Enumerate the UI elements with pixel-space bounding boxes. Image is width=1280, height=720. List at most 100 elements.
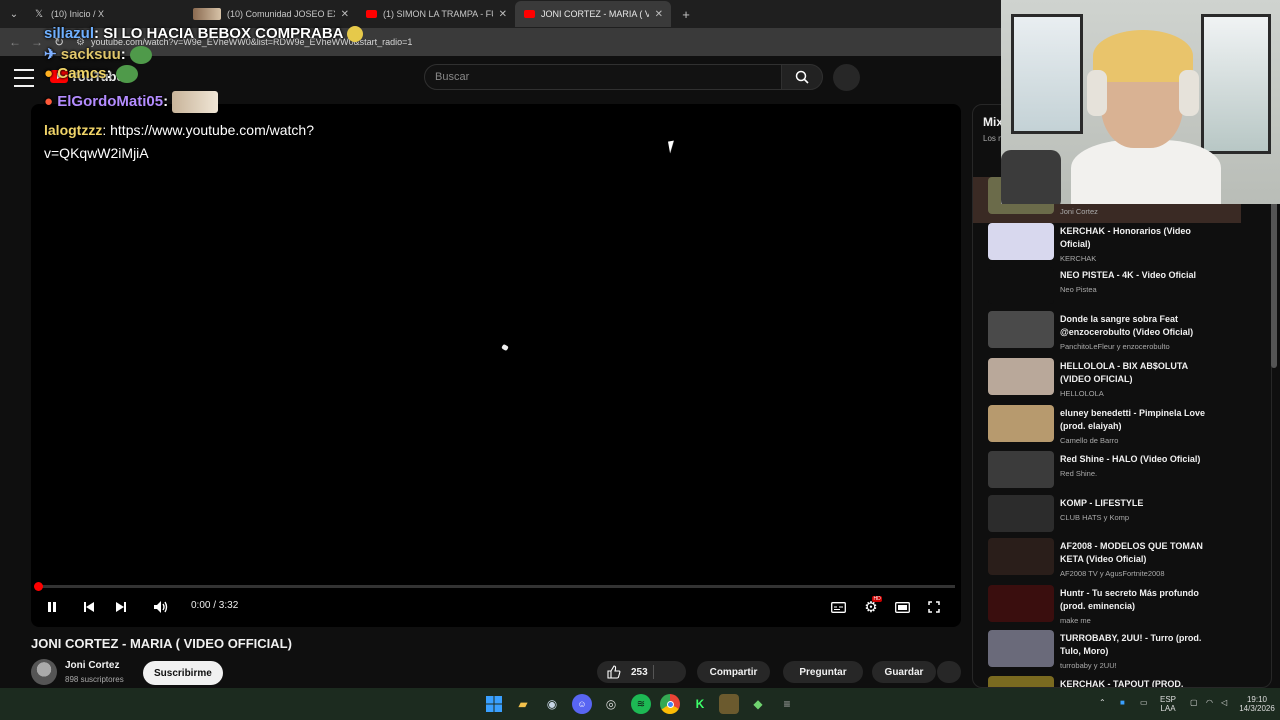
theater-mode-icon[interactable] [891, 596, 913, 618]
close-tab-icon[interactable]: ✕ [341, 9, 349, 20]
playlist-item-title: NEO PISTEA - 4K - Video Oficial [1060, 270, 1197, 280]
previous-icon[interactable] [78, 596, 100, 618]
playlist-item-title: KERCHAK - Honorarios (Video Oficial) [1060, 226, 1191, 249]
more-actions-button[interactable] [937, 661, 961, 683]
webcam-chair [1001, 150, 1061, 204]
video-player[interactable]: 0:00 / 3:32 ⚙ HD [31, 104, 961, 627]
speaker-icon[interactable]: ◁ [1221, 698, 1227, 707]
tab-joni-cortez[interactable]: JONI CORTEZ - MARIA ( VIDEO ✕ [515, 1, 671, 27]
divider [653, 665, 654, 679]
spotify-icon[interactable]: ≋ [631, 694, 651, 714]
playlist-item[interactable]: Donde la sangre sobra Feat @enzocerobult… [988, 311, 1248, 357]
chat-message: ● ElGordoMati05: [44, 91, 404, 114]
clock[interactable]: 19:10 14/3/2026 [1238, 695, 1276, 713]
tab-search-chevron-icon[interactable]: ⌄ [3, 3, 25, 25]
tray-shield-icon[interactable]: ■ [1120, 698, 1125, 707]
game-launcher-icon[interactable]: ◆ [748, 694, 768, 714]
search-input[interactable] [435, 71, 781, 83]
webcam-person-body [1071, 140, 1221, 204]
ask-button[interactable]: Preguntar [783, 661, 863, 683]
playlist-item-artist: make me [1060, 616, 1091, 625]
playlist-item-title: AF2008 - MODELOS QUE TOMAN KETA (Video O… [1060, 541, 1203, 564]
settings-icon[interactable]: ⚙ HD [860, 596, 882, 618]
playlist-item-title: Huntr - Tu secreto Más profundo (prod. e… [1060, 588, 1199, 611]
close-tab-icon[interactable]: ✕ [499, 9, 507, 20]
like-button[interactable]: 253 [597, 661, 686, 683]
video-thumbnail[interactable] [988, 405, 1054, 442]
video-thumbnail[interactable] [988, 223, 1054, 260]
share-button[interactable]: Compartir [697, 661, 770, 683]
stream-chat-overlay: sillazul: SI LO HACIA BEBOX COMPRABA ✈ s… [44, 24, 404, 165]
playlist-item[interactable]: Huntr - Tu secreto Más profundo (prod. e… [988, 585, 1248, 631]
player-controls: 0:00 / 3:32 ⚙ HD [31, 594, 961, 620]
webcam-person-beanie [1093, 30, 1193, 82]
video-thumbnail[interactable] [988, 495, 1054, 532]
x-logo-icon: 𝕏 [34, 8, 44, 20]
video-thumbnail[interactable] [988, 451, 1054, 488]
search-box [424, 64, 782, 90]
playlist-item[interactable]: Red Shine - HALO (Video Oficial) Red Shin… [988, 451, 1248, 497]
badge-icon: ✈ [44, 46, 57, 63]
playlist-item-artist: HELLOLOLA [1060, 389, 1104, 398]
video-thumbnail[interactable] [988, 267, 1054, 304]
save-button[interactable]: Guardar [872, 661, 936, 683]
discord-icon[interactable]: ☺ [572, 694, 592, 714]
loading-spinner [501, 343, 509, 352]
playlist-item[interactable]: TURROBABY, 2UU! - Turro (prod. Tulo, Mor… [988, 630, 1248, 676]
scrubber-handle[interactable] [34, 582, 43, 591]
tray-expand-icon[interactable]: ⌃ [1099, 698, 1106, 707]
voice-search-button[interactable] [833, 64, 860, 91]
chat-message: lalogtzzz: https://www.youtube.com/watch… [44, 122, 314, 162]
webcam-window-bg [1011, 14, 1083, 134]
video-thumbnail[interactable] [988, 630, 1054, 667]
video-thumbnail[interactable] [988, 311, 1054, 348]
back-icon[interactable]: ← [4, 35, 26, 49]
next-icon[interactable] [110, 596, 132, 618]
video-thumbnail[interactable] [988, 538, 1054, 575]
pause-icon[interactable] [41, 596, 63, 618]
playlist-item-title: KERCHAK - TAPOUT (PROD. [1060, 679, 1184, 688]
subtitles-icon[interactable] [827, 596, 849, 618]
video-thumbnail[interactable] [988, 585, 1054, 622]
pepe-emote-icon [115, 65, 138, 84]
playlist-item-artist: Neo Pistea [1060, 285, 1097, 294]
fullscreen-icon[interactable] [923, 596, 945, 618]
kick-icon[interactable]: K [690, 694, 710, 714]
file-explorer-icon[interactable]: ▰ [513, 694, 533, 714]
video-thumbnail[interactable] [988, 358, 1054, 395]
video-thumbnail[interactable] [988, 676, 1054, 687]
search-icon [795, 70, 809, 84]
playlist-item-artist: CLUB HATS y Komp [1060, 513, 1130, 522]
language-indicator[interactable]: ESP LAA [1160, 695, 1176, 713]
app-stack-icon[interactable]: ≡ [777, 694, 797, 714]
menu-icon[interactable] [14, 69, 34, 87]
playlist-item-artist: Red Shine. [1060, 469, 1098, 478]
playlist-item[interactable]: eluney benedetti - Pimpinela Love (prod.… [988, 405, 1248, 451]
playlist-item[interactable]: HELLOLOLA - BIX AB$OLUTA (VIDEO OFICIAL)… [988, 358, 1248, 404]
playlist-item[interactable]: KERCHAK - TAPOUT (PROD. [988, 676, 1248, 688]
obs-icon[interactable]: ◎ [601, 694, 621, 714]
playlist-item[interactable]: KOMP - LIFESTYLE CLUB HATS y Komp [988, 495, 1248, 541]
thumbs-up-icon [607, 665, 621, 679]
volume-icon[interactable] [150, 596, 172, 618]
new-tab-icon[interactable]: + [675, 7, 697, 22]
steam-icon[interactable]: ◉ [542, 694, 562, 714]
screen: ⌄ 𝕏 (10) Inicio / X (10) Comunidad JOSEO… [0, 0, 1280, 720]
wifi-icon[interactable]: ◠ [1206, 698, 1213, 707]
playlist-item-artist: Joni Cortez [1060, 207, 1098, 216]
playlist-item[interactable]: KERCHAK - Honorarios (Video Oficial) KERC… [988, 223, 1248, 269]
time-display: 0:00 / 3:32 [191, 600, 239, 611]
minecraft-icon[interactable] [719, 694, 739, 714]
progress-bar[interactable] [34, 582, 955, 591]
playlist-item[interactable]: NEO PISTEA - 4K - Video Oficial Neo Piste… [988, 267, 1248, 313]
playlist-item-artist: KERCHAK [1060, 254, 1097, 263]
playlist-item[interactable]: AF2008 - MODELOS QUE TOMAN KETA (Video O… [988, 538, 1248, 584]
windows-start-icon[interactable] [484, 694, 504, 714]
chat-message: ✈ sacksuu: [44, 45, 404, 65]
close-tab-icon[interactable]: ✕ [655, 9, 663, 20]
monitor-icon[interactable]: ▢ [1190, 698, 1198, 707]
chrome-icon[interactable] [660, 694, 680, 714]
pepe-emote-icon [129, 46, 152, 65]
tray-network-icon[interactable]: ▭ [1140, 698, 1148, 707]
search-button[interactable] [781, 64, 823, 90]
